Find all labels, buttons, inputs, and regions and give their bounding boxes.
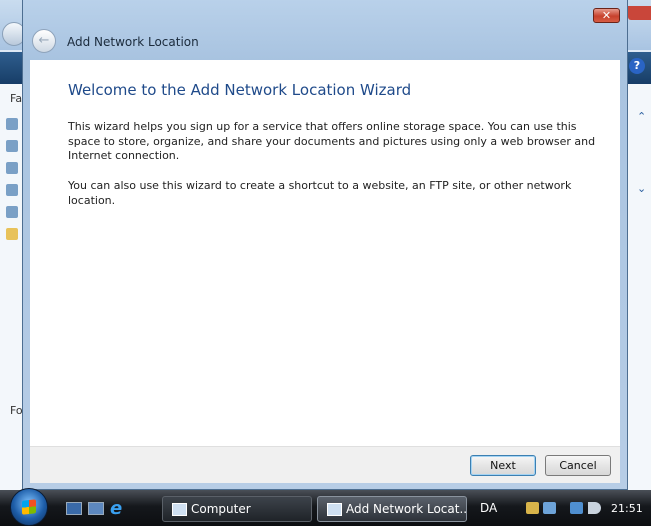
folders-label: Fo: [10, 404, 23, 417]
wizard-heading: Welcome to the Add Network Location Wiza…: [68, 81, 412, 99]
tray-icon[interactable]: [526, 502, 539, 514]
taskbar: e Computer Add Network Locat... DA 21:51: [0, 488, 651, 526]
chevron-up-icon[interactable]: ⌃: [637, 110, 646, 123]
volume-icon[interactable]: [588, 502, 601, 514]
start-button[interactable]: [10, 488, 48, 526]
cancel-button[interactable]: Cancel: [545, 455, 611, 476]
wizard-content: Welcome to the Add Network Location Wiza…: [30, 60, 620, 446]
show-desktop-icon[interactable]: [66, 502, 82, 515]
chevron-down-icon[interactable]: ⌄: [637, 182, 646, 195]
wizard-description: This wizard helps you sign up for a serv…: [68, 120, 596, 163]
taskbar-item-computer[interactable]: Computer: [162, 496, 312, 522]
background-scrollbar[interactable]: ⌃ ⌄: [628, 84, 651, 490]
folder-icon[interactable]: [6, 162, 18, 174]
wizard-footer: Next Cancel: [30, 446, 620, 483]
folder-icon[interactable]: [6, 118, 18, 130]
tray-icon[interactable]: [543, 502, 556, 514]
back-arrow-icon[interactable]: ←: [32, 29, 56, 53]
language-indicator[interactable]: DA: [480, 501, 497, 515]
taskbar-item-label: Add Network Locat...: [346, 502, 467, 516]
background-close-icon[interactable]: [628, 6, 651, 20]
computer-icon: [172, 503, 187, 516]
taskbar-item-label: Computer: [191, 502, 251, 516]
help-icon[interactable]: ?: [629, 58, 645, 74]
windows-logo-icon: [22, 499, 36, 515]
network-icon[interactable]: [570, 502, 583, 514]
switch-windows-icon[interactable]: [88, 502, 104, 515]
dialog-title: Add Network Location: [67, 35, 199, 49]
folder-icon[interactable]: [6, 184, 18, 196]
close-button[interactable]: ✕: [593, 8, 620, 23]
favorites-label: Fa: [10, 92, 23, 105]
folder-icon[interactable]: [6, 206, 18, 218]
next-button[interactable]: Next: [470, 455, 536, 476]
background-navigation-pane: Fa Fo: [0, 84, 23, 490]
folder-icon[interactable]: [6, 228, 18, 240]
wizard-description-shortcut: You can also use this wizard to create a…: [68, 179, 572, 207]
folder-icon[interactable]: [6, 140, 18, 152]
internet-explorer-icon[interactable]: e: [110, 498, 122, 519]
wizard-window-icon: [327, 503, 342, 516]
add-network-location-dialog: ✕ ← Add Network Location Welcome to the …: [22, 0, 628, 490]
taskbar-item-add-network-location[interactable]: Add Network Locat...: [317, 496, 467, 522]
system-clock[interactable]: 21:51: [611, 502, 643, 515]
